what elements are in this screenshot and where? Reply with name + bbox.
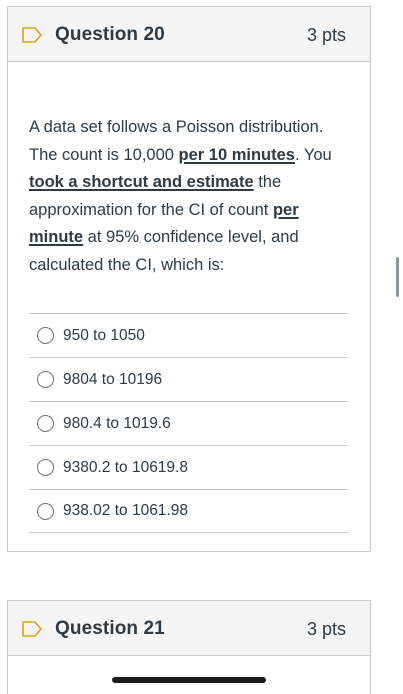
question-text-part: . You [294,145,332,164]
answer-label: 950 to 1050 [63,326,145,344]
flag-icon[interactable] [22,27,42,43]
question-points: 3 pts [306,619,346,639]
question-20-card: Question 20 3 pts A data set follows a P… [7,6,371,552]
answer-option[interactable]: 9804 to 10196 [29,357,348,401]
answer-option[interactable]: 938.02 to 1061.98 [29,489,348,533]
answer-option[interactable]: 980.4 to 1019.6 [29,401,348,445]
radio-button-icon[interactable] [37,415,54,432]
question-points: 3 pts [306,25,346,45]
answer-label: 980.4 to 1019.6 [63,414,171,432]
question-text-emphasis: per 10 minutes [178,145,295,164]
home-indicator[interactable] [112,677,266,683]
radio-button-icon[interactable] [37,502,54,520]
scrollbar[interactable] [396,257,399,297]
answer-option[interactable]: 9380.2 to 10619.8 [29,445,348,489]
question-21-header: Question 21 3 pts [8,601,370,656]
flag-icon[interactable] [22,621,42,637]
question-text-emphasis: took a shortcut and estimate [29,173,254,192]
radio-button-icon[interactable] [37,327,54,344]
question-20-header: Question 20 3 pts [8,7,370,62]
radio-button-icon[interactable] [37,371,54,388]
answer-label: 9804 to 10196 [63,370,163,388]
question-title: Question 20 [55,24,165,45]
answer-label: 938.02 to 1061.98 [63,502,188,519]
answer-label: 9380.2 to 10619.8 [63,458,188,476]
question-text: A data set follows a Poisson distributio… [8,62,370,280]
answer-list: 950 to 1050 9804 to 10196 980.4 to 1019.… [29,313,348,533]
answer-option[interactable]: 950 to 1050 [29,313,348,357]
radio-button-icon[interactable] [37,459,54,476]
question-title: Question 21 [55,618,165,639]
